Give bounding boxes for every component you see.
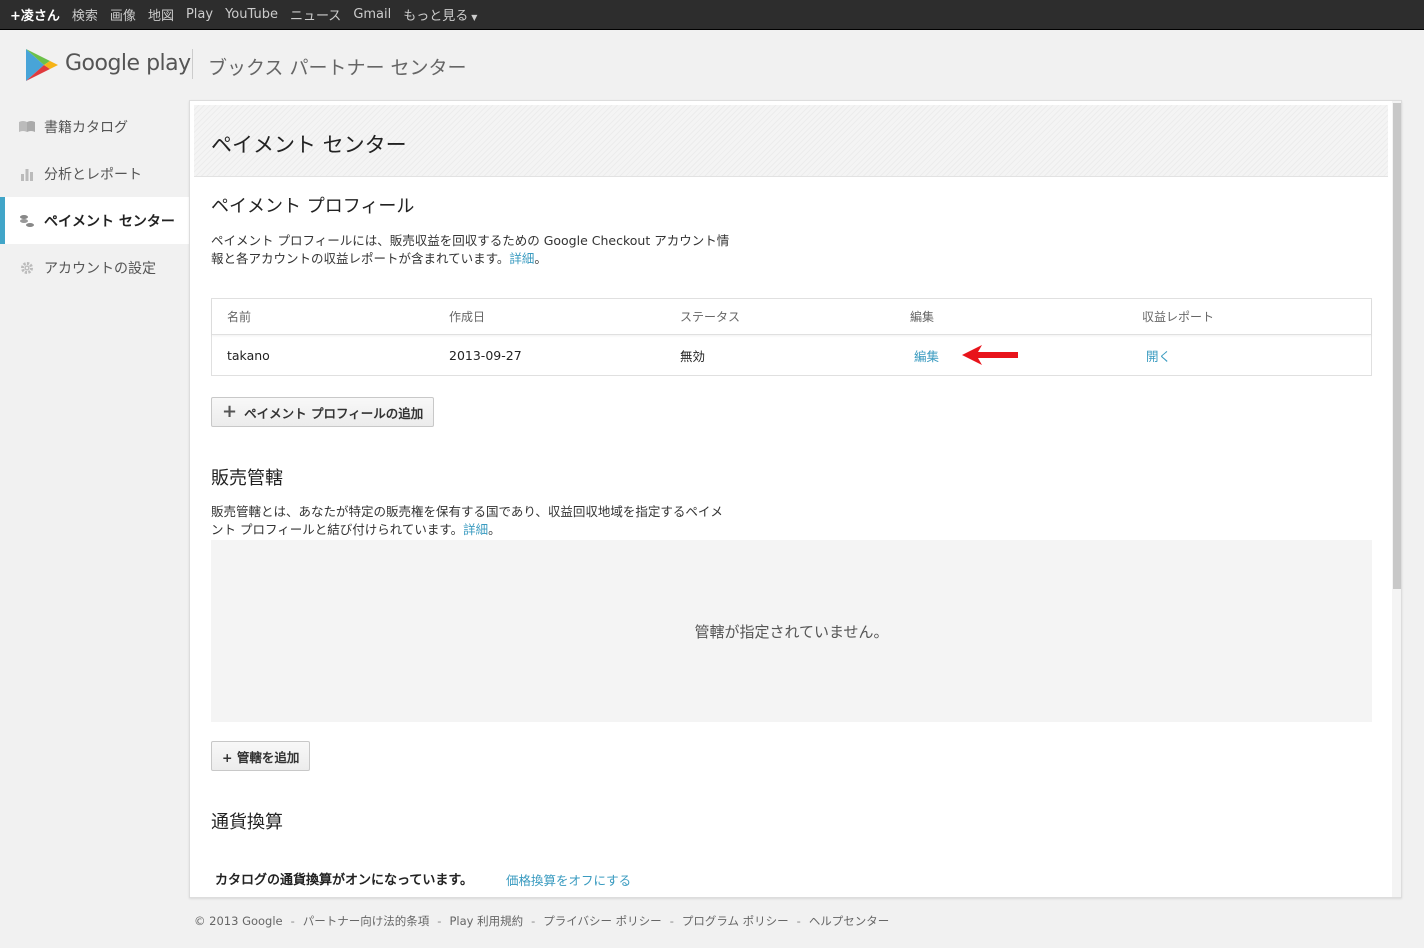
book-icon [18, 120, 36, 134]
turn-off-price-conversion-link[interactable]: 価格換算をオフにする [506, 870, 631, 889]
main-panel: ペイメント センター ペイメント プロフィール ペイメント プロフィールには、販… [189, 100, 1402, 898]
topbar-link-search[interactable]: 検索 [72, 5, 98, 24]
column-header-revenue-report: 収益レポート [1142, 310, 1215, 324]
footer-link-help-center[interactable]: ヘルプセンター [809, 914, 890, 928]
jurisdiction-desc-line2: ント プロフィールと結び付けられています。 [211, 522, 464, 537]
payment-profile-desc-line2: 報と各アカウントの収益レポートが含まれています。 [211, 251, 510, 266]
currency-conversion-heading: 通貨換算 [211, 812, 283, 833]
payment-profile-heading: ペイメント プロフィール [211, 196, 415, 217]
profile-status: 無効 [680, 348, 706, 364]
header-divider [192, 49, 193, 79]
topbar-more-label: もっと見る [403, 9, 469, 24]
footer-link-program-policy[interactable]: プログラム ポリシー [682, 914, 789, 928]
footer-link-partner-terms[interactable]: パートナー向け法的条項 [303, 914, 430, 928]
topbar-link-gmail[interactable]: Gmail [353, 7, 391, 22]
sidebar-item-account-settings[interactable]: アカウントの設定 [0, 244, 189, 291]
panel-header: ペイメント センター [194, 105, 1388, 177]
plus-icon: + [222, 401, 238, 422]
jurisdiction-empty-state: 管轄が指定されていません。 [211, 540, 1372, 722]
payment-profile-desc-line1: ペイメント プロフィールには、販売収益を回収するための Google Check… [211, 233, 730, 248]
sidebar-item-label: 書籍カタログ [44, 119, 128, 136]
payment-profile-detail-link[interactable]: 詳細 [509, 251, 534, 266]
topbar-link-youtube[interactable]: YouTube [225, 7, 278, 22]
sidebar-item-label: 分析とレポート [44, 166, 142, 183]
topbar-link-play[interactable]: Play [186, 7, 213, 22]
bar-chart-icon [18, 167, 36, 181]
coins-icon [18, 214, 36, 228]
column-header-edit: 編集 [910, 310, 935, 324]
google-play-logo-icon[interactable] [24, 47, 60, 83]
table-header: 名前 作成日 ステータス 編集 収益レポート [212, 299, 1371, 335]
topbar-link-news[interactable]: ニュース [290, 5, 341, 24]
footer-separator: - [290, 914, 295, 928]
column-header-status: ステータス [680, 310, 741, 324]
sidebar-item-book-catalog[interactable]: 書籍カタログ [0, 103, 189, 150]
column-header-created: 作成日 [449, 310, 486, 324]
jurisdiction-heading: 販売管轄 [211, 468, 283, 489]
footer: © 2013 Google - パートナー向け法的条項 - Play 利用規約 - プライバ… [194, 913, 889, 929]
column-header-name: 名前 [227, 310, 252, 324]
payment-profile-table: 名前 作成日 ステータス 編集 収益レポート takano 2013-09-27… [211, 298, 1372, 376]
chevron-down-icon: ▼ [471, 13, 478, 22]
page-title: ペイメント センター [211, 133, 407, 157]
sidebar-item-label: ペイメント センター [44, 213, 175, 230]
table-row: takano 2013-09-27 無効 編集 開く [212, 335, 1371, 375]
app-title: ブックス パートナー センター [208, 57, 467, 79]
footer-link-play-terms[interactable]: Play 利用規約 [449, 914, 523, 928]
profile-open-report-link[interactable]: 開く [1146, 335, 1171, 375]
jurisdiction-description: 販売管轄とは、あなたが特定の販売権を保有する国であり、収益回収地域を指定するペイ… [211, 503, 771, 539]
red-arrow-annotation-icon [962, 345, 1018, 365]
logo-text: Google play [65, 51, 191, 76]
topbar-more-menu[interactable]: もっと見る ▼ [403, 5, 477, 24]
footer-separator: - [531, 914, 536, 928]
jurisdiction-detail-link[interactable]: 詳細 [463, 522, 488, 537]
desc-period: 。 [534, 251, 547, 266]
gear-icon [18, 261, 36, 275]
topbar-user-link[interactable]: +凌さん [10, 5, 60, 24]
footer-link-privacy[interactable]: プライバシー ポリシー [543, 914, 661, 928]
scrollbar[interactable] [1392, 101, 1401, 897]
footer-separator: - [796, 914, 801, 928]
desc-period: 。 [488, 522, 501, 537]
topbar-link-images[interactable]: 画像 [110, 5, 136, 24]
payment-profile-description: ペイメント プロフィールには、販売収益を回収するための Google Check… [211, 232, 771, 268]
jurisdiction-desc-line1: 販売管轄とは、あなたが特定の販売権を保有する国であり、収益回収地域を指定するペイ… [211, 504, 723, 519]
google-top-bar: +凌さん 検索 画像 地図 Play YouTube ニュース Gmail もっ… [0, 0, 1424, 30]
app-header: Google play ブックス パートナー センター [0, 31, 1424, 99]
add-jurisdiction-button[interactable]: + 管轄を追加 [211, 741, 311, 771]
sidebar-item-payment-center[interactable]: ペイメント センター [0, 197, 189, 244]
currency-conversion-status: カタログの通貨換算がオンになっています。 [215, 873, 474, 888]
footer-separator: - [669, 914, 674, 928]
empty-state-message: 管轄が指定されていません。 [694, 622, 889, 641]
sidebar-nav: 書籍カタログ 分析とレポート ペイメント センター アカウントの設定 [0, 103, 189, 291]
sidebar-item-analytics[interactable]: 分析とレポート [0, 150, 189, 197]
add-payment-profile-label: ペイメント プロフィールの追加 [244, 405, 424, 421]
sidebar-item-label: アカウントの設定 [44, 260, 156, 277]
profile-name: takano [227, 347, 270, 363]
topbar-link-maps[interactable]: 地図 [148, 5, 174, 24]
add-payment-profile-button[interactable]: + ペイメント プロフィールの追加 [211, 397, 435, 427]
scrollbar-thumb[interactable] [1393, 103, 1401, 589]
footer-copyright: © 2013 Google [194, 914, 283, 928]
footer-separator: - [437, 914, 442, 928]
profile-created-date: 2013-09-27 [449, 347, 522, 363]
profile-edit-link[interactable]: 編集 [914, 335, 939, 375]
